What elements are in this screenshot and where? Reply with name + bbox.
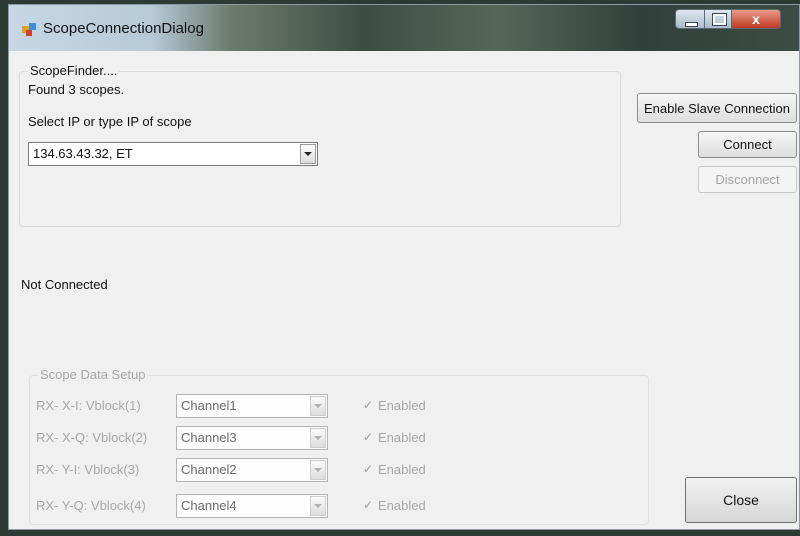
scope-ip-value: 134.63.43.32, ET [33, 146, 133, 161]
channel-value: Channel3 [181, 430, 237, 445]
chevron-down-icon[interactable] [310, 396, 326, 416]
row-label: RX- X-I: Vblock(1) [36, 398, 141, 413]
enabled-checkbox[interactable]: ✓ [362, 399, 374, 411]
connection-status-text: Not Connected [21, 277, 108, 292]
chevron-down-icon[interactable] [310, 496, 326, 516]
scope-finder-legend: ScopeFinder.... [28, 63, 120, 78]
enabled-checkbox[interactable]: ✓ [362, 499, 374, 511]
channel-value: Channel2 [181, 462, 237, 477]
enabled-checkbox[interactable]: ✓ [362, 431, 374, 443]
connect-button[interactable]: Connect [698, 131, 797, 158]
scope-data-setup-legend: Scope Data Setup [38, 367, 148, 382]
app-icon [22, 23, 36, 36]
close-window-button[interactable]: x [731, 9, 781, 29]
scope-finder-group: ScopeFinder.... Found 3 scopes. Select I… [19, 63, 621, 227]
title-bar[interactable]: ScopeConnectionDialog x [9, 5, 799, 51]
enabled-label: Enabled [378, 398, 426, 413]
enabled-label: Enabled [378, 430, 426, 445]
channel-combobox[interactable]: Channel3 [176, 426, 328, 450]
disconnect-button[interactable]: Disconnect [698, 166, 797, 193]
scope-ip-combobox[interactable]: 134.63.43.32, ET [28, 142, 318, 166]
channel-value: Channel1 [181, 398, 237, 413]
enabled-label: Enabled [378, 498, 426, 513]
channel-combobox[interactable]: Channel4 [176, 494, 328, 518]
maximize-button[interactable] [704, 9, 732, 29]
window-title: ScopeConnectionDialog [43, 20, 204, 37]
enable-slave-connection-button[interactable]: Enable Slave Connection [637, 93, 797, 123]
chevron-down-icon[interactable] [310, 460, 326, 480]
chevron-down-icon[interactable] [300, 144, 316, 164]
chevron-down-icon[interactable] [310, 428, 326, 448]
select-ip-label: Select IP or type IP of scope [28, 114, 192, 129]
enabled-checkbox[interactable]: ✓ [362, 463, 374, 475]
scope-connection-dialog: ScopeConnectionDialog x ScopeFinder.... … [8, 4, 800, 530]
close-button[interactable]: Close [685, 477, 797, 523]
enabled-label: Enabled [378, 462, 426, 477]
row-label: RX- Y-I: Vblock(3) [36, 462, 140, 477]
row-label: RX- Y-Q: Vblock(4) [36, 498, 146, 513]
minimize-button[interactable] [675, 9, 705, 29]
found-scopes-text: Found 3 scopes. [28, 82, 125, 97]
channel-combobox[interactable]: Channel1 [176, 394, 328, 418]
row-label: RX- X-Q: Vblock(2) [36, 430, 148, 445]
channel-combobox[interactable]: Channel2 [176, 458, 328, 482]
scope-data-setup-group: Scope Data Setup RX- X-I: Vblock(1) Chan… [29, 367, 649, 525]
channel-value: Channel4 [181, 498, 237, 513]
